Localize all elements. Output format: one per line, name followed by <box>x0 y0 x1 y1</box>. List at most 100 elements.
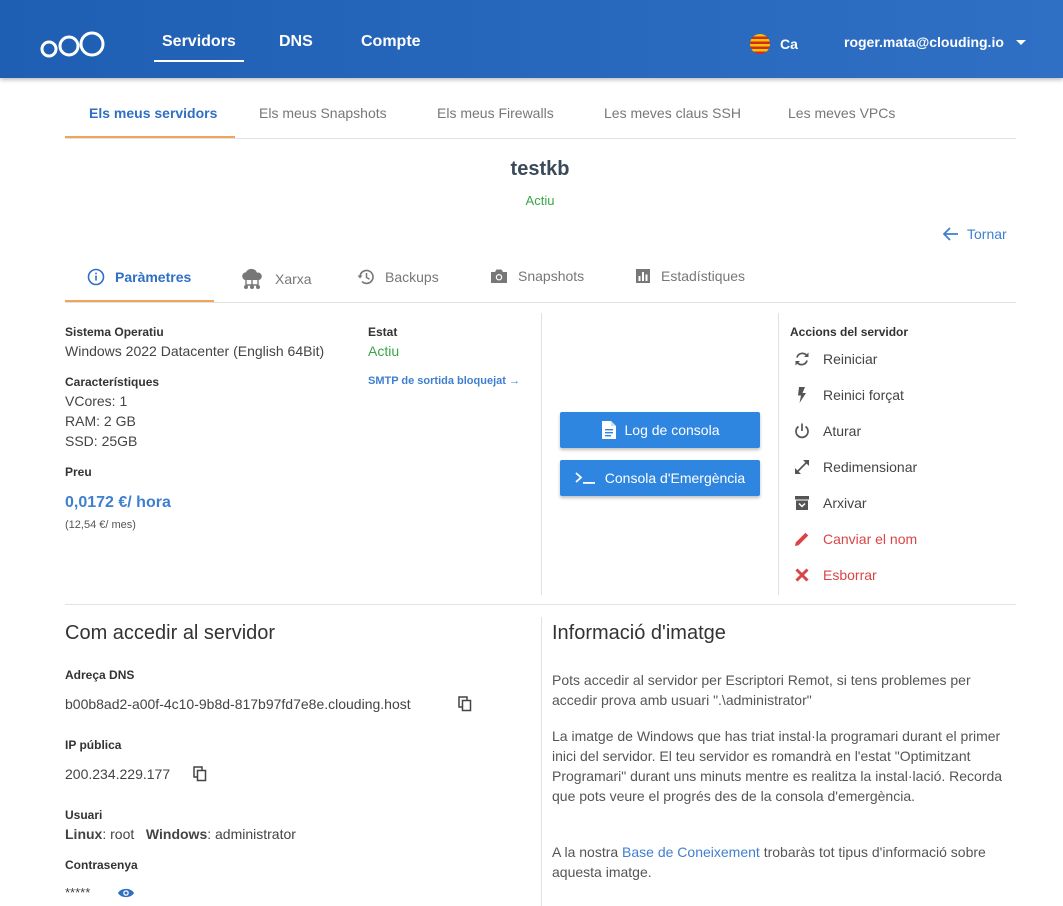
action-label: Arxivar <box>823 495 867 511</box>
close-icon <box>795 568 809 582</box>
image-info-paragraph: La imatge de Windows que has triat insta… <box>552 728 1003 804</box>
tab-parametres[interactable]: Paràmetres <box>87 268 191 286</box>
back-link[interactable]: Tornar <box>943 226 1007 242</box>
action-label: Esborrar <box>823 567 877 583</box>
ssd-value: SSD: 25GB <box>65 433 138 449</box>
resize-icon <box>795 460 809 474</box>
state-value: Actiu <box>368 343 400 359</box>
power-icon <box>795 423 809 439</box>
action-label: Redimensionar <box>823 459 918 475</box>
image-info-title: Informació d'imatge <box>552 622 726 644</box>
user-menu[interactable]: roger.mata@clouding.io <box>844 34 1026 50</box>
delete-action[interactable]: Esborrar <box>793 566 877 584</box>
image-info-paragraph: A la nostra Base de Coneixement trobaràs… <box>552 842 1012 882</box>
clouding-logo-icon[interactable] <box>40 26 106 60</box>
tab-label: Paràmetres <box>115 269 192 285</box>
tab-backups[interactable]: Backups <box>357 268 439 286</box>
camera-icon <box>491 269 507 283</box>
active-subtab-indicator <box>65 136 235 138</box>
info-icon <box>87 268 105 286</box>
dns-label: Adreça DNS <box>65 668 135 682</box>
price-label: Preu <box>65 465 92 479</box>
column-divider <box>541 617 542 906</box>
action-label: Aturar <box>823 423 862 439</box>
lightning-icon <box>798 387 806 403</box>
tab-label: Xarxa <box>275 271 312 287</box>
restart-action[interactable]: Reiniciar <box>793 350 877 368</box>
smtp-blocked-link[interactable]: SMTP de sortida bloquejat → <box>368 375 520 387</box>
language-label: Ca <box>780 36 798 52</box>
ram-value: RAM: 2 GB <box>65 413 136 429</box>
subtab-firewalls[interactable]: Els meus Firewalls <box>437 105 554 121</box>
action-label: Reiniciar <box>823 351 878 367</box>
server-name: testkb <box>510 158 570 180</box>
shutdown-action[interactable]: Aturar <box>793 422 861 440</box>
dns-value: b00b8ad2-a00f-4c10-9b8d-817b97fd7e8e.clo… <box>65 696 411 712</box>
top-header: Servidors DNS Compte Ca roger.mata@cloud… <box>0 0 1063 78</box>
tab-estadistiques[interactable]: Estadístiques <box>635 268 745 284</box>
state-label: Estat <box>368 325 398 339</box>
back-label: Tornar <box>967 226 1007 242</box>
tab-xarxa[interactable]: Xarxa <box>239 268 312 290</box>
copy-icon[interactable] <box>193 766 207 782</box>
language-selector[interactable]: Ca <box>750 34 798 54</box>
column-divider <box>778 313 779 595</box>
tab-snapshots[interactable]: Snapshots <box>490 268 584 284</box>
tab-label: Estadístiques <box>661 268 746 284</box>
linux-user: : root <box>102 826 135 842</box>
ip-value: 200.234.229.177 <box>65 766 171 782</box>
server-status: Actiu <box>525 193 555 208</box>
server-subtabs: Els meus servidors Els meus Snapshots El… <box>65 96 1016 139</box>
section-divider <box>65 604 1016 605</box>
text-fragment: A la nostra <box>552 844 623 860</box>
os-label: Sistema Operatiu <box>65 325 164 339</box>
pencil-icon <box>795 532 809 546</box>
subtab-ssh-keys[interactable]: Les meves claus SSH <box>604 105 741 121</box>
subtab-vpcs[interactable]: Les meves VPCs <box>788 105 895 121</box>
subtab-servidors[interactable]: Els meus servidors <box>89 105 217 121</box>
password-value: ***** <box>65 885 91 900</box>
document-icon <box>601 421 616 439</box>
eye-icon[interactable] <box>117 887 135 899</box>
password-label: Contrasenya <box>65 858 138 872</box>
archive-action[interactable]: Arxivar <box>793 494 867 512</box>
nav-servidors[interactable]: Servidors <box>154 33 244 62</box>
history-icon <box>357 269 374 285</box>
terminal-icon <box>575 472 595 484</box>
nav-compte[interactable]: Compte <box>361 33 421 51</box>
copy-icon[interactable] <box>458 696 472 712</box>
nav-dns[interactable]: DNS <box>279 33 313 51</box>
windows-user: : administrator <box>207 826 296 842</box>
chevron-down-icon <box>1015 39 1026 45</box>
catalan-flag-icon <box>750 34 770 54</box>
price-month: (12,54 €/ mes) <box>65 519 136 531</box>
console-log-label: Log de consola <box>624 422 720 438</box>
price-hour: 0,0172 €/ hora <box>65 494 171 511</box>
tab-label: Backups <box>385 269 439 285</box>
subtab-snapshots[interactable]: Els meus Snapshots <box>259 105 387 121</box>
image-info-paragraph: Pots accedir al servidor per Escriptori … <box>552 672 971 708</box>
ip-label: IP pública <box>65 738 122 752</box>
column-divider <box>541 313 542 595</box>
access-title: Com accedir al servidor <box>65 622 276 644</box>
action-label: Reinici forçat <box>823 387 904 403</box>
force-restart-action[interactable]: Reinici forçat <box>793 386 904 404</box>
active-tab-indicator <box>65 300 214 302</box>
rename-action[interactable]: Canviar el nom <box>793 530 917 548</box>
refresh-icon <box>795 352 809 366</box>
console-log-button[interactable]: Log de consola <box>560 412 760 448</box>
user-value: Linux: root Windows: administrator <box>65 826 296 842</box>
linux-label: Linux <box>65 826 103 842</box>
user-label: Usuari <box>65 808 103 822</box>
resize-action[interactable]: Redimensionar <box>793 458 917 476</box>
action-label: Canviar el nom <box>823 531 918 547</box>
windows-label: Windows <box>145 826 208 842</box>
cloud-network-icon <box>242 268 262 289</box>
server-detail-tabs: Paràmetres Xarxa Backups Snapshots Estad… <box>65 258 1016 303</box>
knowledge-base-link[interactable]: Base de Coneixement <box>622 844 760 860</box>
arrow-left-icon <box>943 227 958 241</box>
emergency-console-button[interactable]: Consola d'Emergència <box>560 460 760 496</box>
os-value: Windows 2022 Datacenter (English 64Bit) <box>65 343 325 359</box>
server-actions-title: Accions del servidor <box>790 325 909 339</box>
tab-label: Snapshots <box>518 268 585 284</box>
